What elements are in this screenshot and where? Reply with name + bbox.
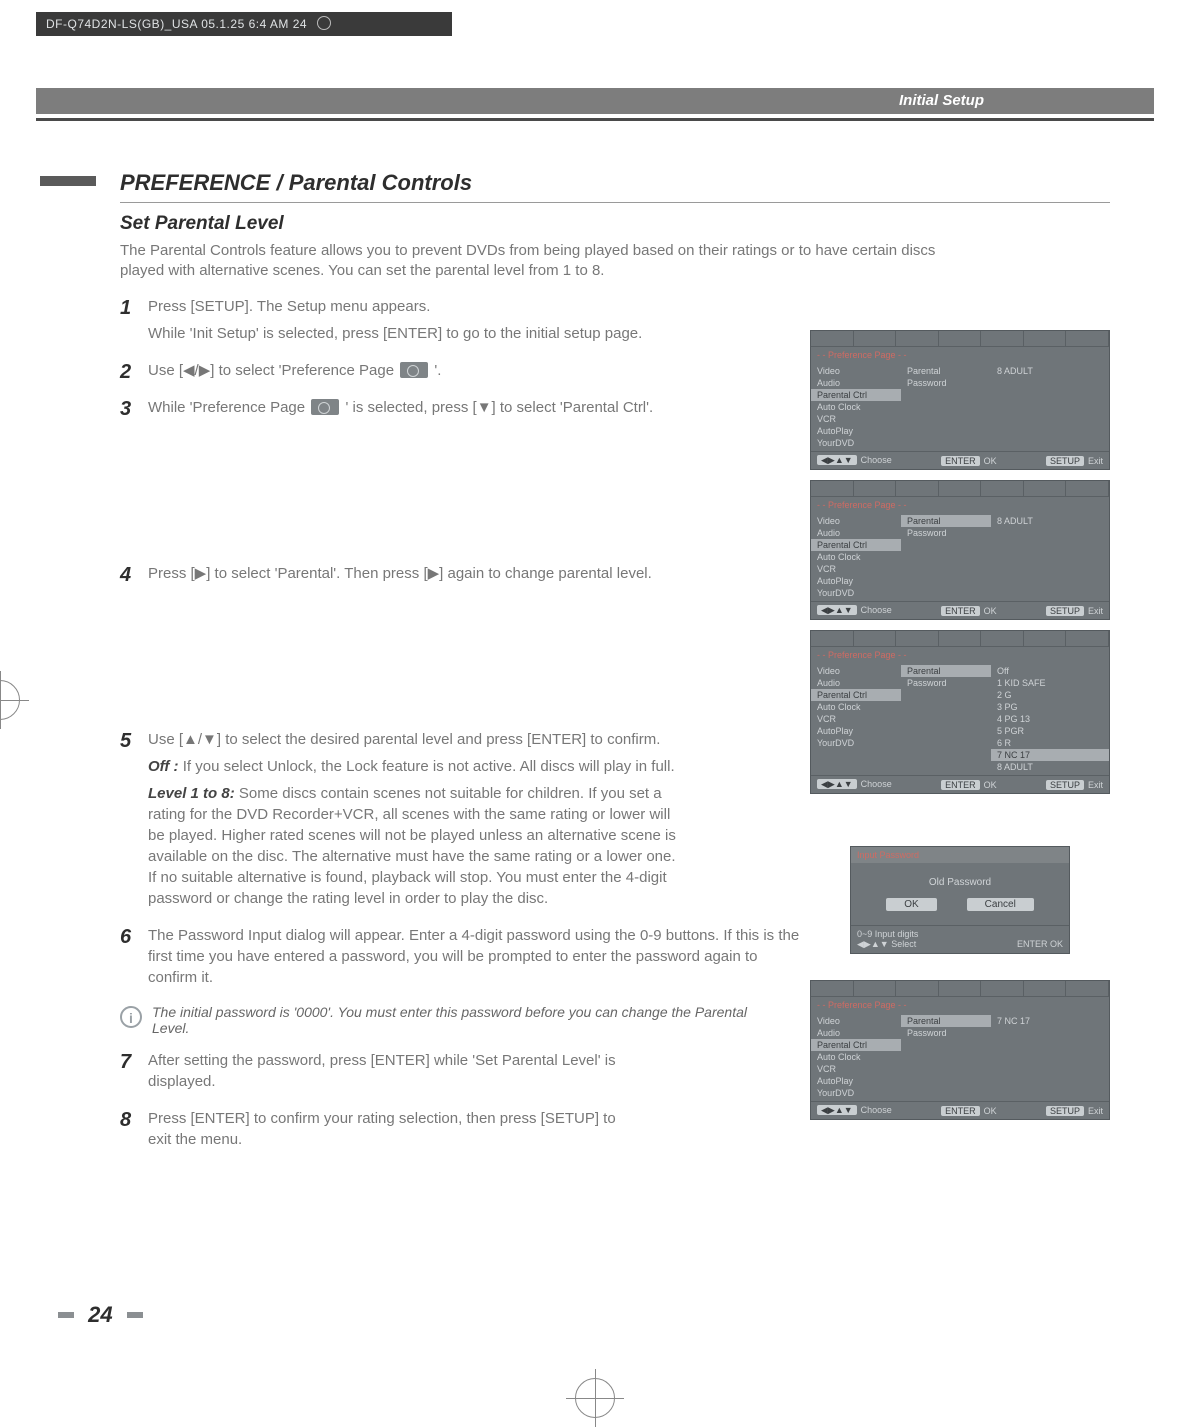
page-title: PREFERENCE / Parental Controls [120,170,1110,203]
osd-screenshot-3: - - Preference Page - - Video Audio Pare… [810,630,1110,794]
step-2: Use [◀/▶] to select 'Preference Page '. [120,360,680,381]
step-1-a: Press [SETUP]. The Setup menu appears. [148,298,430,315]
osd-crumb: - - Preference Page - - [811,347,1109,363]
page-number: 24 [58,1302,143,1328]
osd-value: 8 ADULT [991,363,1109,451]
osd-mid-menu: Parental Password [901,363,991,451]
intro-text: The Parental Controls feature allows you… [120,241,960,282]
step-3: While 'Preference Page ' is selected, pr… [120,397,680,547]
step-6: The Password Input dialog will appear. E… [120,925,800,988]
pw-old-label: Old Password [929,877,991,888]
step-3-a: While 'Preference Page [148,399,309,416]
content-area: PREFERENCE / Parental Controls Set Paren… [120,170,1110,1244]
osd-left-menu: Video Audio Parental Ctrl Auto Clock VCR… [811,363,901,451]
step-4-text: Press [▶] to select 'Parental'. Then pre… [148,565,652,582]
step-8-text: Press [ENTER] to confirm your rating sel… [148,1110,616,1148]
registration-mark-icon [575,1378,615,1418]
step-5-body: Off : If you select Unlock, the Lock fea… [148,756,680,909]
section-label: Initial Setup [899,88,984,114]
pw-title: Input Password [851,847,1069,863]
osd-footer: ◀▶▲▼Choose ENTEROK SETUPExit [811,451,1109,469]
pw-ok-button[interactable]: OK [886,898,936,911]
arrows-icon: ◀▶▲▼ [857,939,889,949]
info-note: The initial password is '0000'. You must… [120,1004,760,1036]
step-5: Use [▲/▼] to select the desired parental… [120,729,680,909]
info-text: The initial password is '0000'. You must… [152,1004,760,1036]
print-header: DF-Q74D2N-LS(GB)_USA 05.1.25 6:4 AM 24 [36,12,452,36]
level-text: Some discs contain scenes not suitable f… [148,785,676,907]
step-6-text: The Password Input dialog will appear. E… [148,927,799,986]
pw-cancel-button[interactable]: Cancel [967,898,1034,911]
osd-tabs [811,331,1109,347]
pw-footer: 0~9 Input digits ◀▶▲▼ SelectENTER OK [851,925,1069,953]
step-7-text: After setting the password, press [ENTER… [148,1052,616,1090]
step-7: After setting the password, press [ENTER… [120,1050,640,1092]
setup-key: SETUP [1046,456,1084,466]
off-text: If you select Unlock, the Lock feature i… [183,758,675,775]
info-icon [120,1006,142,1028]
osd-screenshot-2: - - Preference Page - - Video Audio Pare… [810,480,1110,620]
subhead: Set Parental Level [120,213,1110,235]
registration-mark-icon [0,680,20,720]
enter-key: ENTER [941,456,980,466]
digits-key: 0~9 [857,929,872,939]
osd-levels: Off 1 KID SAFE 2 G 3 PG 4 PG 13 5 PGR 6 … [991,663,1109,775]
osd-screenshot-4: - - Preference Page - - Video Audio Pare… [810,980,1110,1120]
step-3-b: ' is selected, press [▼] to select 'Pare… [345,399,653,416]
print-header-text: DF-Q74D2N-LS(GB)_USA 05.1.25 6:4 AM 24 [46,17,307,31]
step-5-text: Use [▲/▼] to select the desired parental… [148,731,660,748]
osd-password-dialog: Input Password Old Password OK Cancel 0~… [850,846,1070,954]
arrows-icon: ◀▶▲▼ [817,455,857,465]
step-8: Press [ENTER] to confirm your rating sel… [120,1108,640,1228]
title-bar-mark [40,176,96,186]
off-label: Off : [148,758,179,775]
osd-screenshot-1: - - Preference Page - - Video Audio Pare… [810,330,1110,470]
step-1-b: While 'Init Setup' is selected, press [E… [148,323,680,344]
header-rule [36,118,1154,121]
step-1: Press [SETUP]. The Setup menu appears. W… [120,296,680,344]
step-4: Press [▶] to select 'Parental'. Then pre… [120,563,680,713]
preference-page-icon [311,399,339,415]
preference-page-icon [400,362,428,378]
level-label: Level 1 to 8: [148,785,235,802]
step-2-a: Use [◀/▶] to select 'Preference Page [148,362,398,379]
registration-mark-icon [317,16,331,30]
step-2-b: '. [434,362,441,379]
header-band: Initial Setup [36,88,1154,114]
